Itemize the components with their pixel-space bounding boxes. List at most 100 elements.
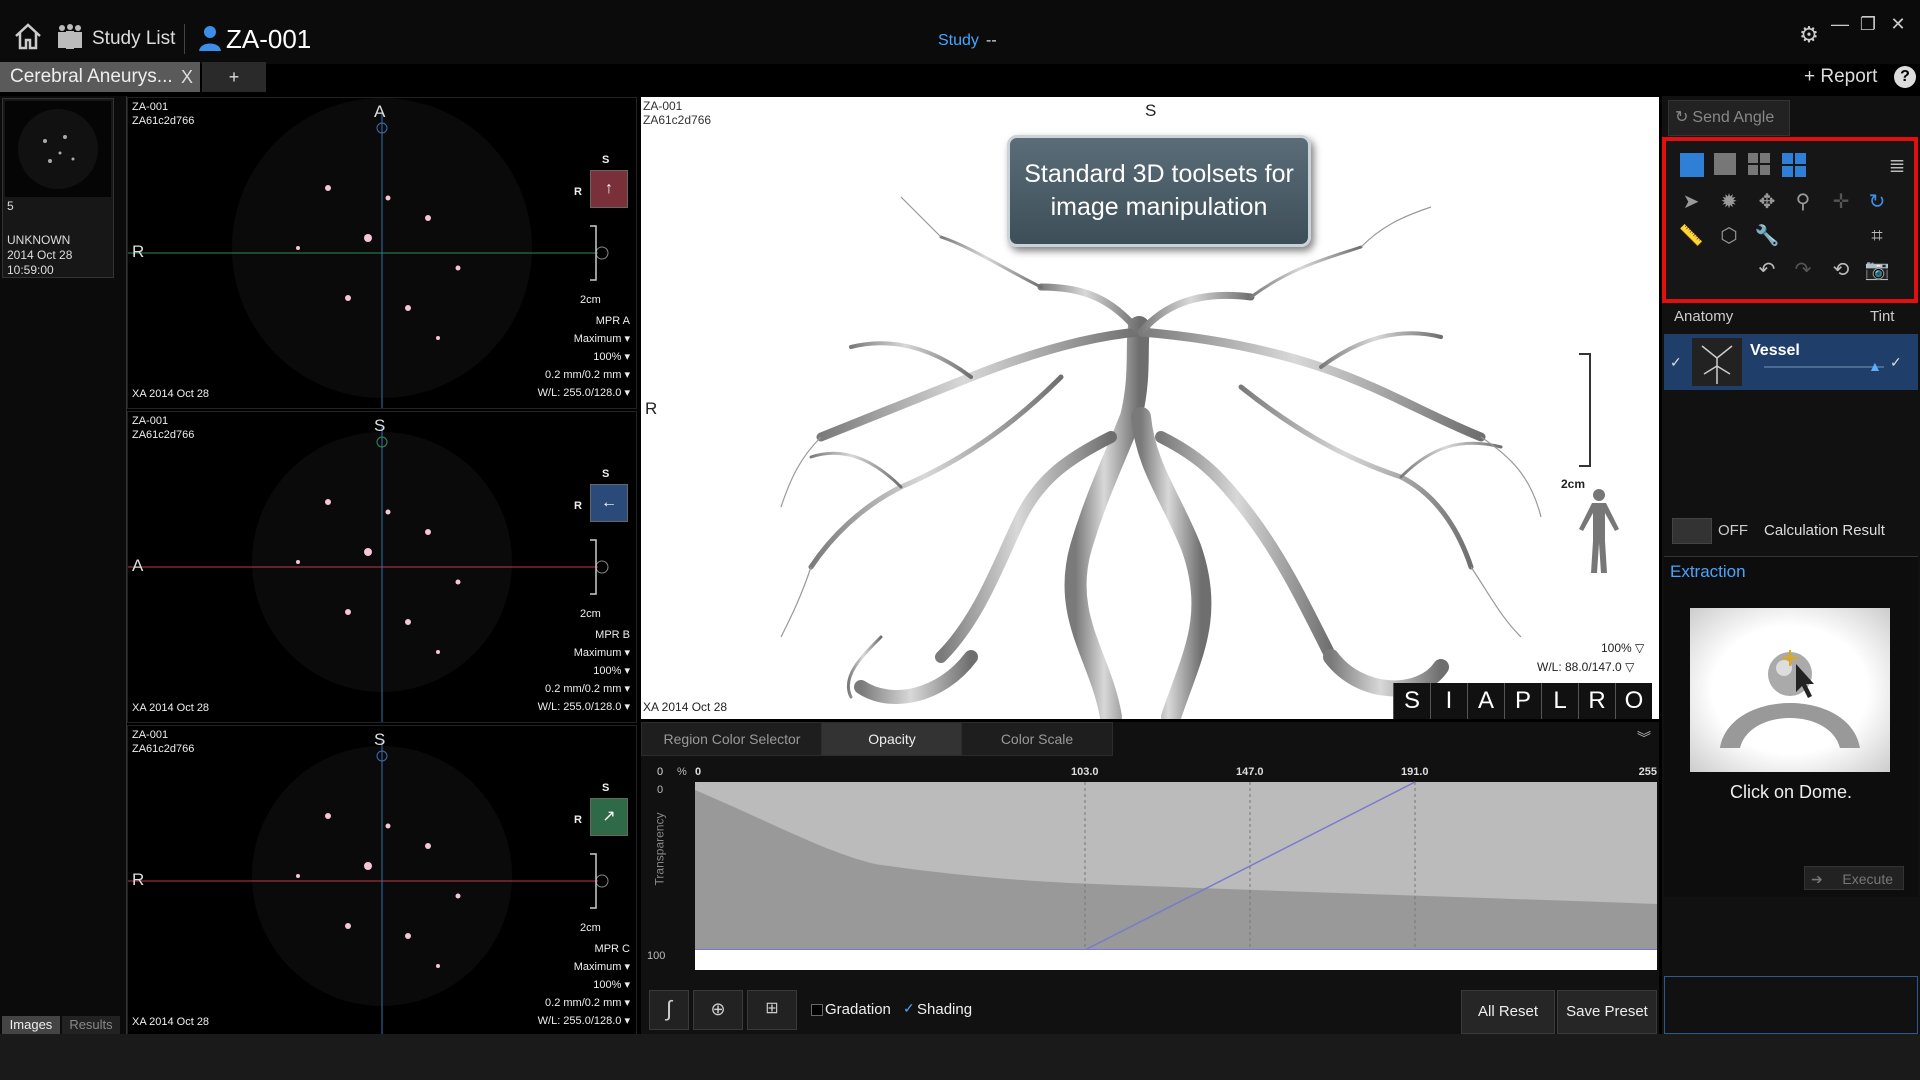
rotate-icon[interactable]: ↻ xyxy=(1862,187,1892,217)
x-tick-label: 0 xyxy=(695,766,702,778)
3d-volume-view[interactable]: ZA-001 ZA61c2d766 S R Standard 3D toolse… xyxy=(641,97,1659,719)
layout-1x1-icon[interactable] xyxy=(1714,153,1736,175)
mpr-wl-dropdown[interactable]: W/L: 255.0/128.0 ▾ xyxy=(538,1012,630,1030)
save-preset-button[interactable]: Save Preset xyxy=(1557,990,1657,1034)
orientation-button-r[interactable]: R xyxy=(1578,683,1615,719)
study-list-icon[interactable] xyxy=(54,22,88,54)
orientation-button-p[interactable]: P xyxy=(1504,683,1541,719)
mpr-thickness-dropdown[interactable]: 0.2 mm/0.2 mm ▾ xyxy=(538,366,630,384)
mpr-scale-label: 2cm xyxy=(580,608,601,620)
pan-icon[interactable]: ✥ xyxy=(1752,187,1782,217)
execute-icon: ➔ xyxy=(1811,871,1823,887)
mpr-wl-value: W/L: 255.0/128.0 xyxy=(537,701,622,713)
restore-icon[interactable]: ❐ xyxy=(1856,14,1880,38)
home-icon[interactable] xyxy=(12,22,44,54)
execute-button[interactable]: ➔ Execute xyxy=(1804,866,1904,890)
orientation-cube-icon[interactable]: ← xyxy=(590,484,628,522)
crop-icon[interactable]: ⌗ xyxy=(1862,221,1892,251)
vessel-visibility-check[interactable]: ✓ xyxy=(1670,354,1682,371)
mpr-mode-dropdown[interactable]: Maximum ▾ xyxy=(538,644,630,662)
ruler-icon[interactable]: 📏 xyxy=(1676,221,1706,251)
undo-icon[interactable]: ↶ xyxy=(1752,255,1782,285)
orientation-button-a[interactable]: A xyxy=(1467,683,1504,719)
mpr-name: MPR B xyxy=(595,629,630,641)
help-icon[interactable]: ? xyxy=(1894,66,1916,88)
send-angle-button[interactable]: ↻ Send Angle xyxy=(1668,100,1790,136)
collapse-icon[interactable]: ︾ xyxy=(1637,728,1651,748)
menu-icon[interactable]: ≣ xyxy=(1882,151,1912,181)
mpr-zoom-dropdown[interactable]: 100% ▾ xyxy=(538,662,630,680)
vessel-label: Vessel xyxy=(1750,342,1800,359)
tab-results[interactable]: Results xyxy=(62,1016,120,1034)
study-label[interactable]: Study xyxy=(938,32,979,50)
wrench-icon[interactable]: 🔧 xyxy=(1752,221,1782,251)
curve-zoom-icon[interactable]: ⊕ xyxy=(693,990,743,1030)
series-thumbnail[interactable]: 5 UNKNOWN 2014 Oct 28 10:59:00 xyxy=(2,98,114,278)
vr-window-level[interactable]: W/L: 88.0/147.0 ▽ xyxy=(1537,660,1634,674)
crosshair-icon[interactable]: ✛ xyxy=(1826,187,1856,217)
calc-toggle[interactable] xyxy=(1672,518,1712,544)
tab-region-color-selector[interactable]: Region Color Selector xyxy=(641,722,823,756)
mpr-name: MPR A xyxy=(595,315,630,327)
tab-images[interactable]: Images xyxy=(2,1016,60,1034)
tint-check[interactable]: ✓ xyxy=(1890,354,1902,371)
mpr-thickness-dropdown[interactable]: 0.2 mm/0.2 mm ▾ xyxy=(538,680,630,698)
mpr-zoom-dropdown[interactable]: 100% ▾ xyxy=(538,348,630,366)
segment-icon[interactable]: ⬡ xyxy=(1714,221,1744,251)
opacity-curve-chart[interactable] xyxy=(695,764,1657,970)
brightness-icon[interactable]: ✹ xyxy=(1714,187,1744,217)
tab-cerebral-aneurysm[interactable]: Cerebral Aneurys... xyxy=(0,62,200,92)
settings-icon[interactable]: ⚙ xyxy=(1794,22,1824,52)
tab-color-scale[interactable]: Color Scale xyxy=(961,722,1113,756)
anatomy-row-vessel[interactable]: ✓ Vessel ▲ ✓ xyxy=(1664,334,1918,390)
mpr-zoom-dropdown[interactable]: 100% ▾ xyxy=(538,976,630,994)
shading-checkbox[interactable]: ✓ xyxy=(903,1000,915,1017)
report-button[interactable]: + Report xyxy=(1804,66,1877,88)
toggle-state: OFF xyxy=(1718,522,1748,539)
gradation-checkbox[interactable] xyxy=(811,1004,823,1016)
thumbnail-image xyxy=(5,101,111,197)
divider xyxy=(184,24,185,54)
mpr-view-1[interactable]: ZA-001 ZA61c2d766 A R S R ↑ 2cm MPR A Ma… xyxy=(127,97,637,409)
layout-2x2-icon[interactable] xyxy=(1748,153,1770,175)
orientation-button-o[interactable]: O xyxy=(1615,683,1652,719)
add-tab-button[interactable]: + xyxy=(202,62,266,92)
orient-cube-s: S xyxy=(602,468,610,480)
mpr-mode-dropdown[interactable]: Maximum ▾ xyxy=(538,958,630,976)
orientation-button-i[interactable]: I xyxy=(1430,683,1467,719)
layout-1x3-icon[interactable] xyxy=(1680,153,1704,177)
tint-slider[interactable] xyxy=(1764,366,1884,368)
mpr-zoom-value: 100% xyxy=(593,665,622,677)
mpr-mode-dropdown[interactable]: Maximum ▾ xyxy=(538,330,630,348)
curve-tool-icon[interactable]: ∫ xyxy=(649,990,689,1030)
vr-wl-value: W/L: 88.0/147.0 xyxy=(1537,660,1622,674)
mpr-date: XA 2014 Oct 28 xyxy=(132,388,210,400)
mpr-view-2[interactable]: ZA-001 ZA61c2d766 S A S R ← 2cm MPR B Ma… xyxy=(127,411,637,723)
mpr-view-3[interactable]: ZA-001 ZA61c2d766 S R S R ↗ 2cm MPR C Ma… xyxy=(127,725,637,1037)
mpr-scale-label: 2cm xyxy=(580,922,601,934)
mpr-thickness-dropdown[interactable]: 0.2 mm/0.2 mm ▾ xyxy=(538,994,630,1012)
study-list-link[interactable]: Study List xyxy=(92,28,175,50)
reset-view-icon[interactable]: ⟲ xyxy=(1826,255,1856,285)
all-reset-button[interactable]: All Reset xyxy=(1461,990,1555,1034)
redo-icon[interactable]: ↷ xyxy=(1788,255,1818,285)
send-angle-icon: ↻ xyxy=(1675,109,1689,126)
camera-icon[interactable]: 📷 xyxy=(1862,255,1892,285)
tint-slider-handle[interactable]: ▲ xyxy=(1868,358,1882,374)
mpr-mode-value: Maximum xyxy=(573,333,622,345)
orientation-button-l[interactable]: L xyxy=(1541,683,1578,719)
vr-zoom[interactable]: 100% ▽ xyxy=(1601,641,1644,655)
pointer-icon[interactable]: ➤ xyxy=(1676,187,1706,217)
layout-custom-icon[interactable] xyxy=(1782,153,1806,177)
minimize-icon[interactable]: — xyxy=(1828,14,1852,38)
mpr-wl-dropdown[interactable]: W/L: 255.0/128.0 ▾ xyxy=(538,698,630,716)
orientation-cube-icon[interactable]: ↗ xyxy=(590,798,628,836)
orientation-button-s[interactable]: S xyxy=(1393,683,1430,719)
tab-opacity[interactable]: Opacity xyxy=(821,722,963,756)
close-icon[interactable]: ✕ xyxy=(1886,14,1910,38)
curve-fit-icon[interactable]: ⊞ xyxy=(747,990,797,1030)
orientation-cube-icon[interactable]: ↑ xyxy=(590,170,628,208)
zoom-icon[interactable]: ⚲ xyxy=(1788,187,1818,217)
tab-close-icon[interactable]: X xyxy=(176,62,198,92)
mpr-wl-dropdown[interactable]: W/L: 255.0/128.0 ▾ xyxy=(538,384,630,402)
